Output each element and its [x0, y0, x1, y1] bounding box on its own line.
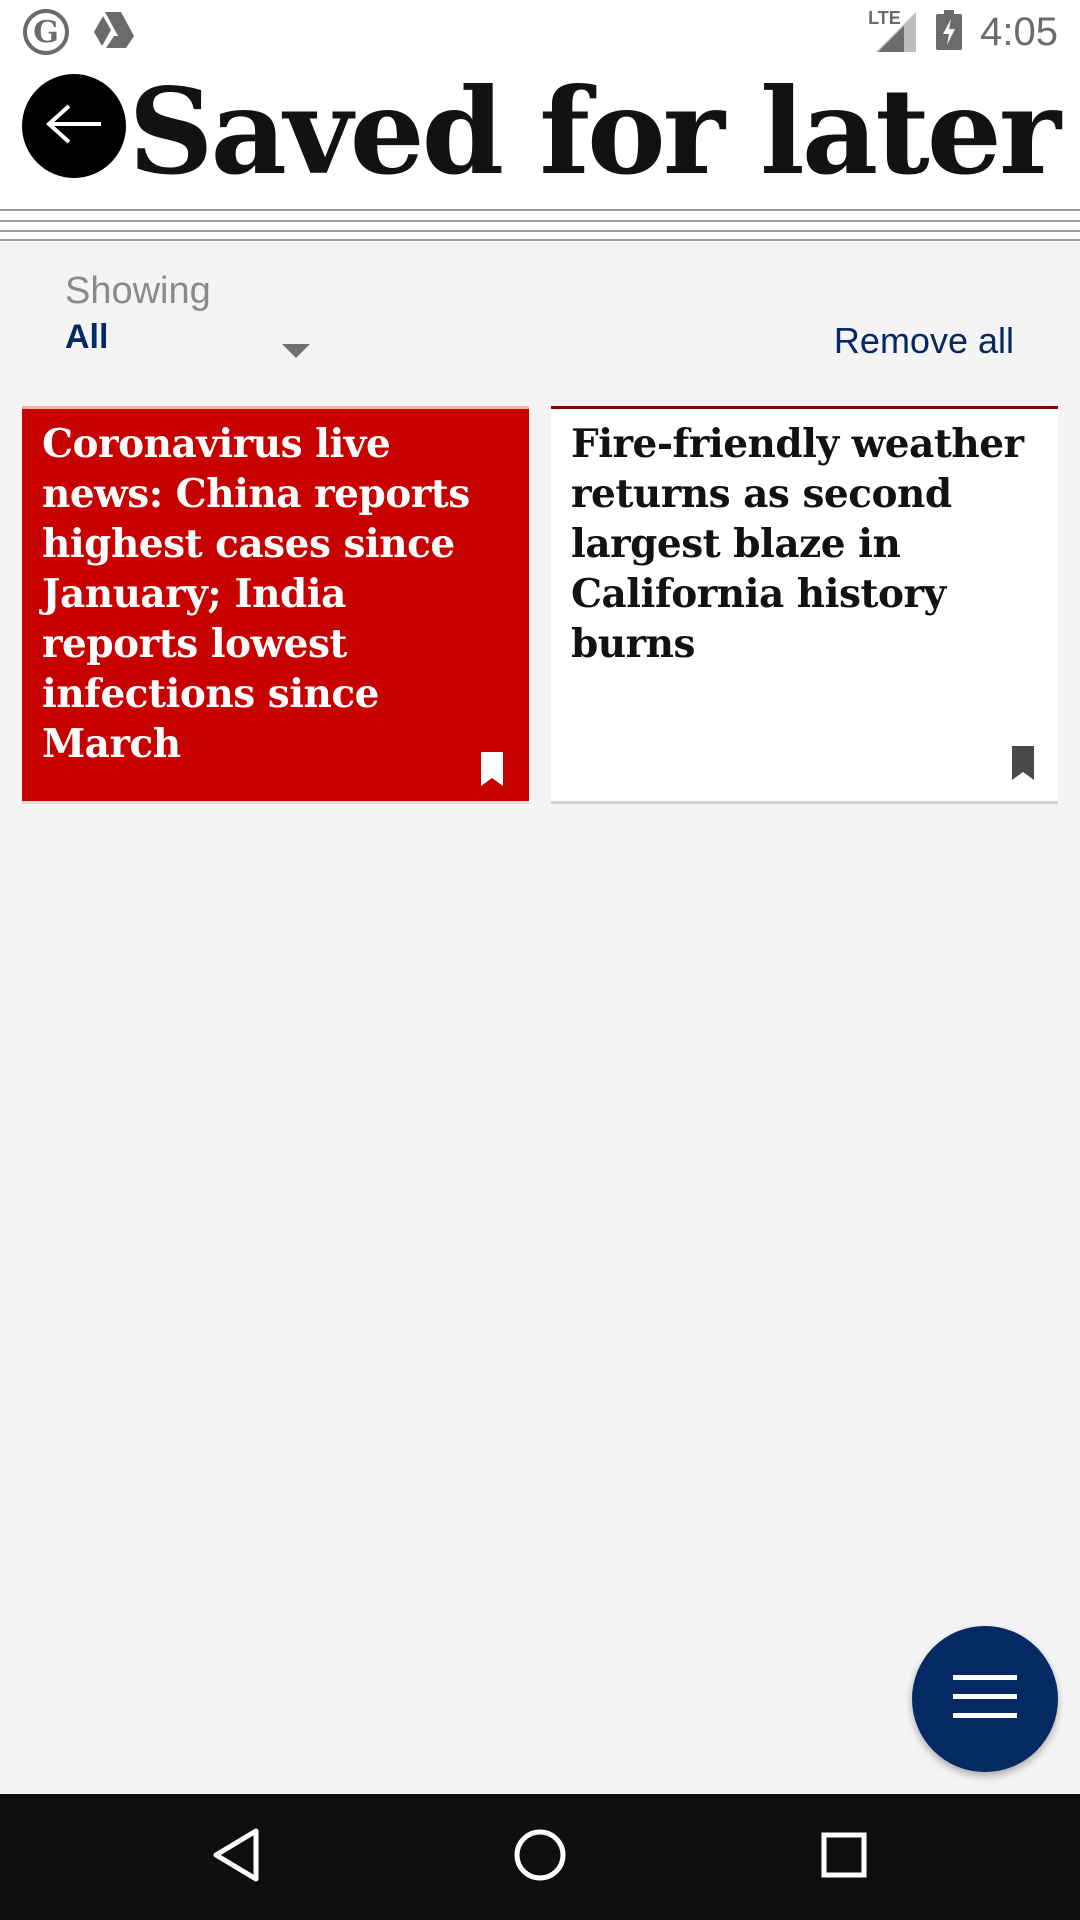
home-circle-icon[interactable]	[512, 1827, 568, 1888]
article-headline: Coronavirus live news: China reports hig…	[42, 421, 470, 767]
guardian-logo-icon: G	[22, 8, 70, 61]
network-type: LTE	[868, 8, 901, 28]
svg-text:G: G	[33, 15, 59, 50]
arrow-left-icon	[45, 103, 103, 150]
showing-label: Showing	[65, 270, 211, 312]
bookmark-icon[interactable]	[1012, 746, 1034, 785]
saved-article-card[interactable]: Fire-friendly weather returns as second …	[551, 406, 1058, 804]
drive-icon	[90, 8, 136, 61]
header: Saved for later	[0, 62, 1080, 210]
recents-square-icon[interactable]	[820, 1827, 868, 1888]
saved-for-later-screen: G LTE 4:05 Saved for later Showing All R…	[0, 0, 1080, 1920]
signal-icon: LTE	[868, 8, 918, 56]
chevron-down-icon	[282, 344, 310, 358]
menu-button[interactable]	[912, 1626, 1058, 1772]
remove-all-button[interactable]: Remove all	[834, 320, 1014, 362]
page-title: Saved for later	[128, 62, 1061, 201]
battery-icon	[936, 9, 963, 55]
back-triangle-icon[interactable]	[212, 1827, 260, 1888]
status-time: 4:05	[980, 10, 1058, 54]
status-bar: G LTE 4:05	[0, 0, 1080, 64]
filter-value: All	[65, 318, 109, 356]
header-rules	[0, 208, 1080, 242]
saved-article-card[interactable]: Coronavirus live news: China reports hig…	[22, 406, 529, 804]
filter-dropdown[interactable]: All	[65, 318, 310, 368]
article-headline: Fire-friendly weather returns as second …	[571, 421, 1024, 667]
menu-icon	[953, 1673, 1017, 1726]
system-nav-bar	[0, 1794, 1080, 1920]
bookmark-icon[interactable]	[481, 752, 503, 791]
back-button[interactable]	[22, 74, 126, 178]
